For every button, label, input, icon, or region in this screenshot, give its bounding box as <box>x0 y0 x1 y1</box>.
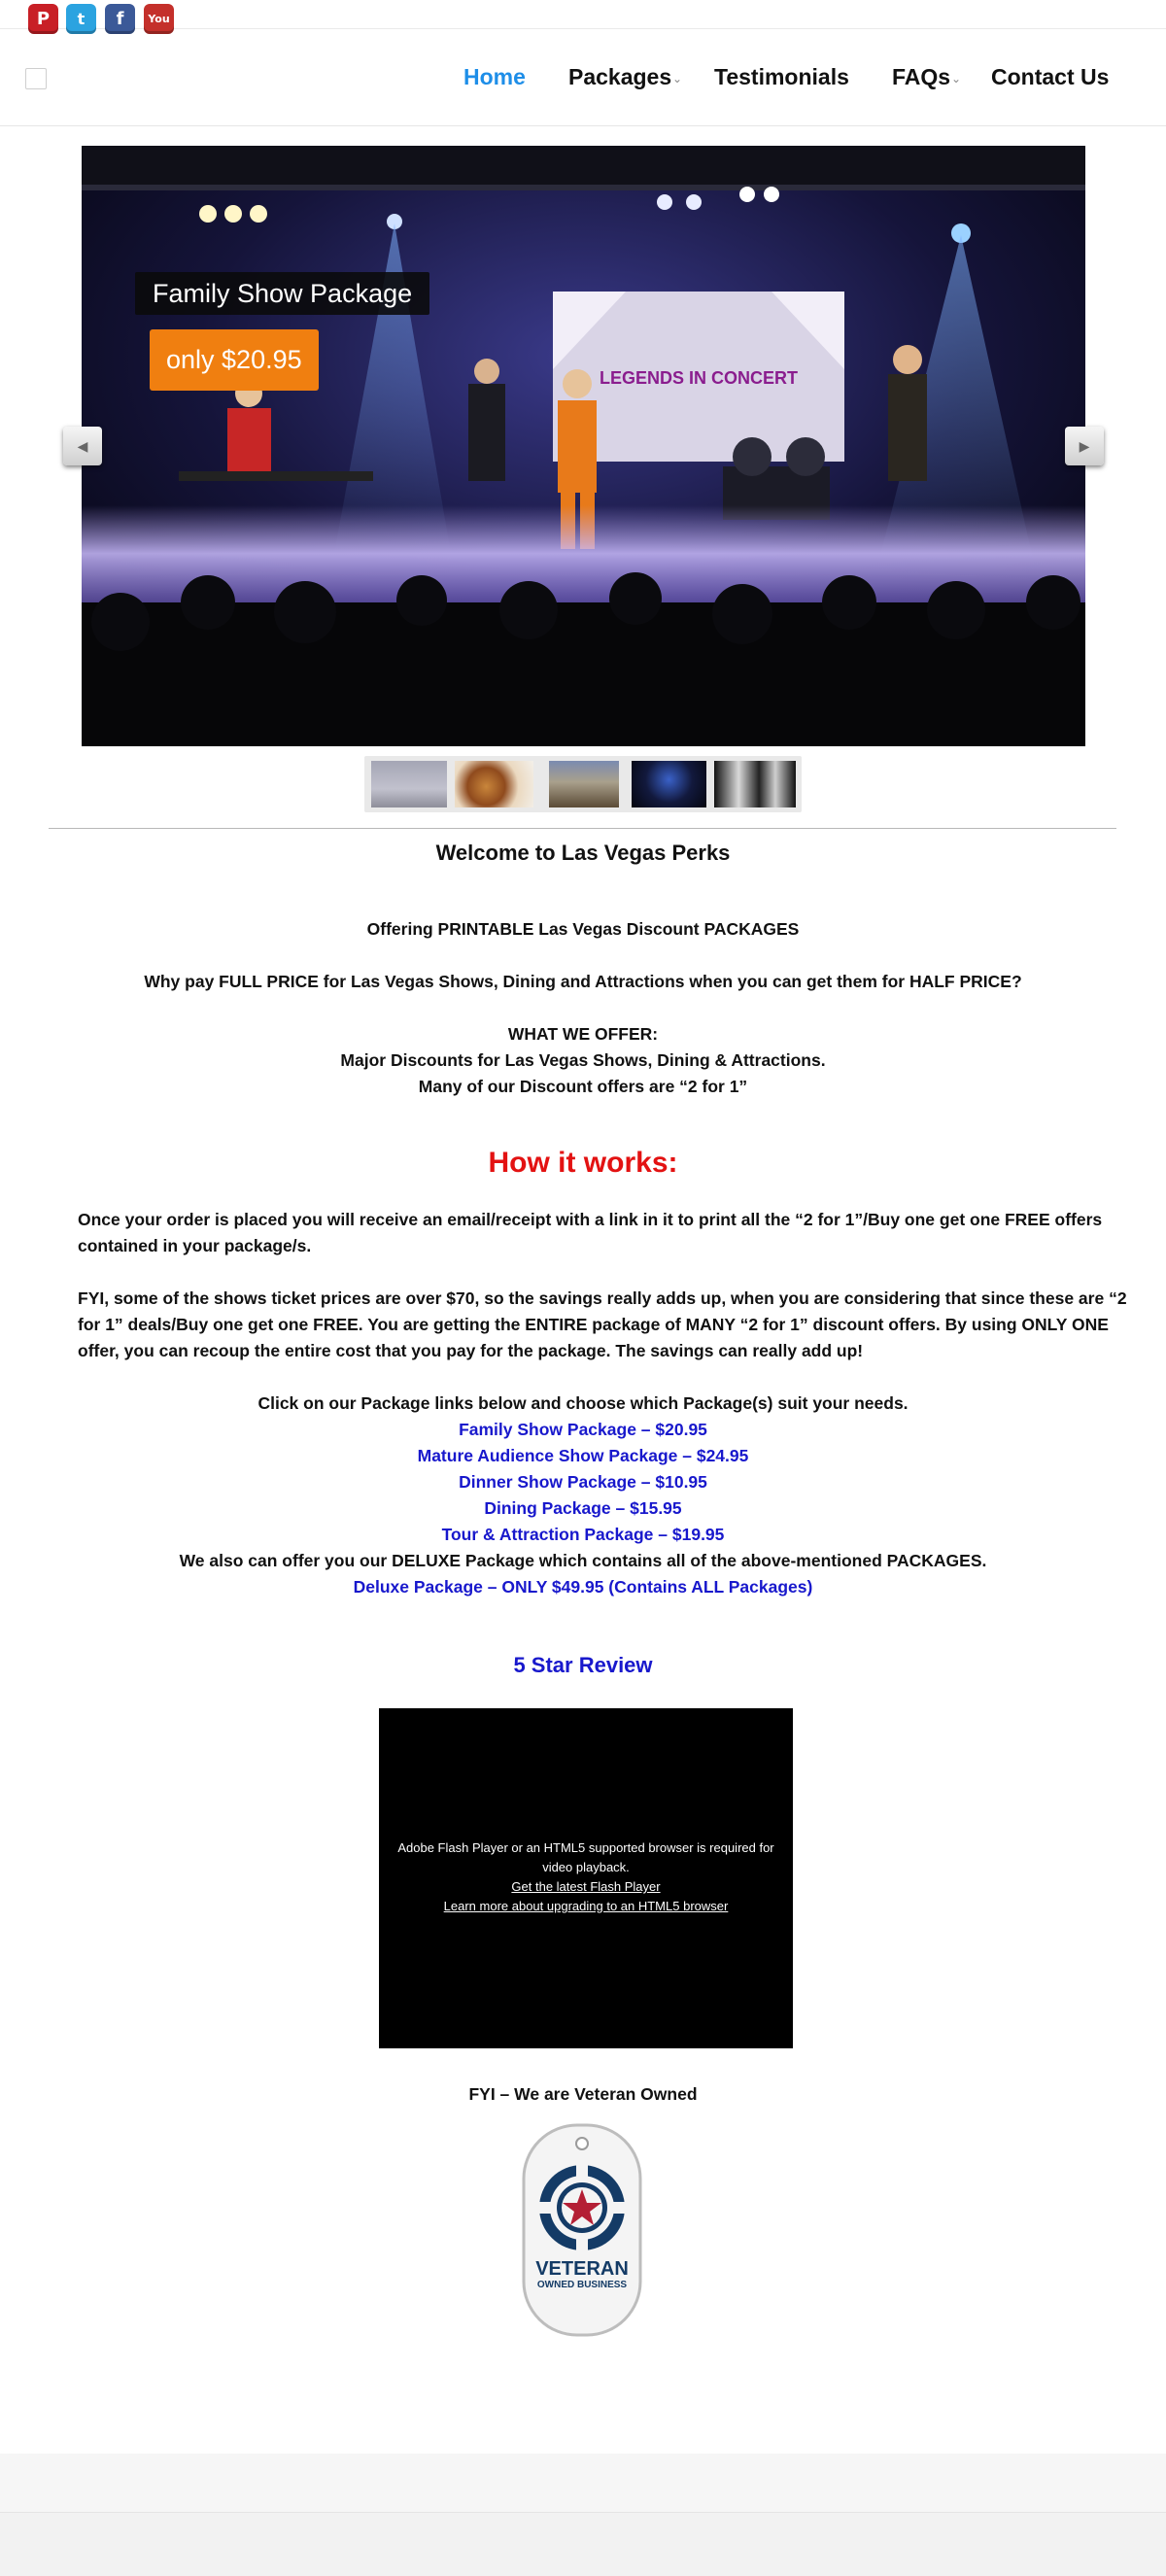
svg-text:VETERAN: VETERAN <box>535 2258 629 2280</box>
flash-player-link[interactable]: Get the latest Flash Player <box>383 1877 789 1897</box>
chevron-down-icon[interactable]: ⌄ <box>951 72 961 86</box>
veteran-owned-badge-icon: VETERAN OWNED BUSINESS <box>522 2123 642 2337</box>
thumbnail-4[interactable] <box>632 761 706 807</box>
mature-audience-package-link[interactable]: Mature Audience Show Package – $24.95 <box>0 1443 1166 1469</box>
footer-top <box>0 2454 1166 2512</box>
deluxe-package-link[interactable]: Deluxe Package – ONLY $49.95 (Contains A… <box>0 1574 1166 1600</box>
what-we-offer-heading: WHAT WE OFFER: <box>507 1024 659 1044</box>
veteran-owned-text: FYI – We are Veteran Owned <box>468 2084 698 2104</box>
svg-text:LEGENDS IN CONCERT: LEGENDS IN CONCERT <box>600 368 798 388</box>
hero-slider[interactable]: LEGENDS IN CONCERT Family Show Package o… <box>82 146 1085 746</box>
thumbnail-2[interactable] <box>455 761 533 807</box>
dining-package-link[interactable]: Dining Package – $15.95 <box>0 1495 1166 1522</box>
thumbnail-3[interactable] <box>549 761 619 807</box>
offering-text: Offering PRINTABLE Las Vegas Discount PA… <box>366 919 800 939</box>
slide-caption-title: Family Show Package <box>135 272 430 315</box>
how-it-works-heading: How it works: <box>488 1147 678 1179</box>
nav-home[interactable]: Home <box>463 64 526 97</box>
social-bar: P t f You <box>0 0 1166 34</box>
savings-paragraph: FYI, some of the shows ticket prices are… <box>78 1288 1127 1360</box>
nav-packages[interactable]: Packages <box>568 64 671 97</box>
page-title: Welcome to Las Vegas Perks <box>435 841 731 865</box>
nav-contact-us[interactable]: Contact Us <box>991 64 1109 97</box>
nav-testimonials[interactable]: Testimonials <box>714 64 849 97</box>
slider-next-arrow-icon[interactable]: ▶ <box>1065 427 1104 465</box>
slider-thumbnails <box>364 756 802 812</box>
html5-browser-link[interactable]: Learn more about upgrading to an HTML5 b… <box>383 1897 789 1916</box>
svg-text:OWNED BUSINESS: OWNED BUSINESS <box>537 2280 628 2290</box>
site-header: Home Packages ⌄ Testimonials FAQs ⌄ Cont… <box>0 29 1166 126</box>
video-fallback-message: Adobe Flash Player or an HTML5 supported… <box>397 1840 774 1874</box>
footer-bottom <box>0 2512 1166 2576</box>
click-packages-text: Click on our Package links below and cho… <box>257 1393 909 1413</box>
family-show-package-link[interactable]: Family Show Package – $20.95 <box>0 1417 1166 1443</box>
slider-prev-arrow-icon[interactable]: ◀ <box>63 427 102 465</box>
thumbnail-1[interactable] <box>371 761 447 807</box>
slide-caption-price[interactable]: only $20.95 <box>150 329 319 391</box>
two-for-one-text: Many of our Discount offers are “2 for 1… <box>418 1077 748 1096</box>
tour-attraction-package-link[interactable]: Tour & Attraction Package – $19.95 <box>0 1522 1166 1548</box>
concert-stage-image: LEGENDS IN CONCERT <box>82 146 1085 746</box>
deluxe-intro-text: We also can offer you our DELUXE Package… <box>179 1551 987 1570</box>
menu-checkbox[interactable] <box>25 68 47 89</box>
review-heading: 5 Star Review <box>513 1653 653 1677</box>
thumbnail-5[interactable] <box>714 761 796 807</box>
video-player[interactable]: Adobe Flash Player or an HTML5 supported… <box>379 1708 793 2048</box>
why-pay-text: Why pay FULL PRICE for Las Vegas Shows, … <box>144 972 1022 991</box>
divider <box>49 828 1116 829</box>
order-info-paragraph: Once your order is placed you will recei… <box>78 1210 1103 1255</box>
chevron-down-icon[interactable]: ⌄ <box>672 72 682 86</box>
dinner-show-package-link[interactable]: Dinner Show Package – $10.95 <box>0 1469 1166 1495</box>
nav-faqs[interactable]: FAQs <box>892 64 950 97</box>
major-discounts-text: Major Discounts for Las Vegas Shows, Din… <box>340 1050 826 1070</box>
